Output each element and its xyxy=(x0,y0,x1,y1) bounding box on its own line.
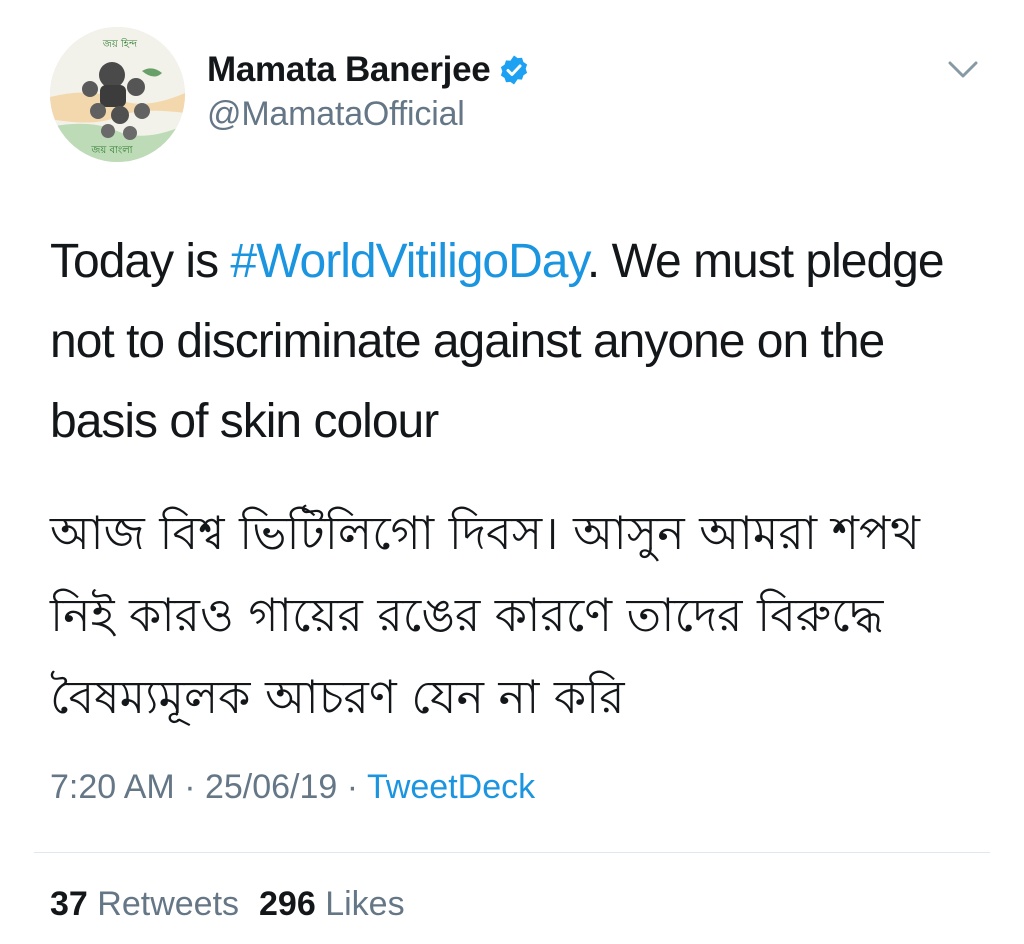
divider xyxy=(34,852,990,853)
chevron-down-icon[interactable] xyxy=(946,57,980,83)
author-handle[interactable]: @MamataOfficial xyxy=(207,95,465,134)
avatar-top-label: জয় হিন্দ xyxy=(102,38,138,50)
tweet-date[interactable]: 25/06/19 xyxy=(205,768,337,806)
retweets-stat[interactable]: 37 Retweets xyxy=(50,885,239,923)
likes-count: 296 xyxy=(259,885,316,923)
tweet-time[interactable]: 7:20 AM xyxy=(50,768,175,806)
meta-separator: · xyxy=(337,768,367,806)
tweet-text-bengali: আজ বিশ্ব ভিটিলিগো দিবস। আসুন আমরা শপথ নি… xyxy=(50,506,920,724)
avatar-bottom-label: জয় বাংলা xyxy=(90,145,133,156)
tweet-card: জয় হিন্দ জয় বাংলা Mamata Banerjee @Mam… xyxy=(0,0,1024,944)
tweet-meta: 7:20 AM · 25/06/19 · TweetDeck xyxy=(50,768,535,807)
verified-badge-icon xyxy=(498,54,530,86)
likes-label: Likes xyxy=(325,885,405,923)
tweet-stats: 37 Retweets 296 Likes xyxy=(50,885,405,924)
retweets-count: 37 xyxy=(50,885,88,923)
tweet-source-link[interactable]: TweetDeck xyxy=(367,768,535,806)
tweet-text: Today is #WorldVitiligoDay. We must pled… xyxy=(50,222,990,462)
author-name-row: Mamata Banerjee xyxy=(207,48,530,92)
retweets-label: Retweets xyxy=(97,885,240,923)
hashtag-link[interactable]: #WorldVitiligoDay xyxy=(230,235,587,288)
avatar-image: জয় হিন্দ জয় বাংলা xyxy=(50,27,185,162)
avatar[interactable]: জয় হিন্দ জয় বাংলা xyxy=(50,27,185,162)
tweet-text-lead: Today is xyxy=(50,235,231,288)
author-display-name[interactable]: Mamata Banerjee xyxy=(207,50,491,90)
likes-stat[interactable]: 296 Likes xyxy=(259,885,405,923)
meta-separator: · xyxy=(174,768,205,806)
